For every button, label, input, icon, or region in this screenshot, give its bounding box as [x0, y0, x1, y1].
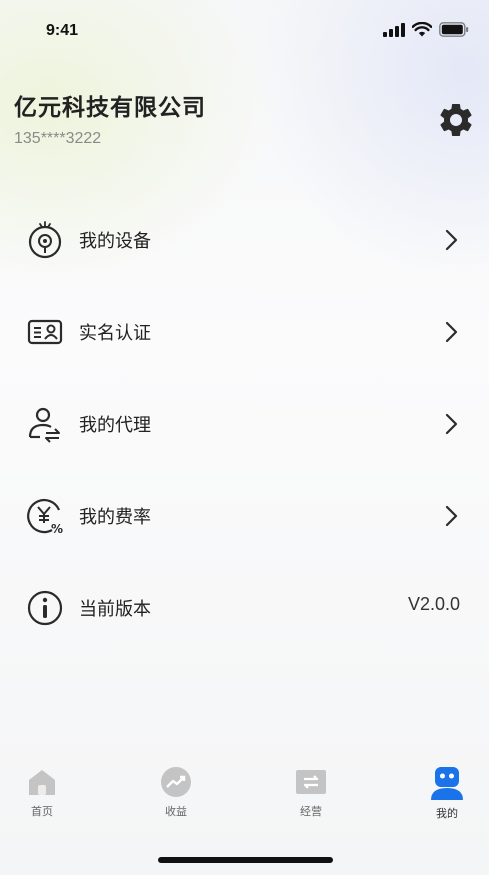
wifi-icon [412, 22, 432, 37]
home-indicator[interactable] [158, 857, 333, 863]
menu-item-label: 实名认证 [79, 323, 151, 344]
tab-earnings[interactable]: 收益 [136, 766, 216, 819]
menu-item-label: 我的费率 [79, 507, 151, 528]
chevron-right-icon [445, 413, 458, 435]
menu-item-my-devices[interactable]: 我的设备 [0, 193, 489, 285]
rate-icon: % [27, 498, 63, 535]
status-time: 9:41 [46, 22, 79, 39]
signal-icon [383, 22, 405, 37]
profile-icon [431, 767, 463, 800]
menu-item-my-agents[interactable]: 我的代理 [0, 377, 489, 469]
chevron-right-icon [445, 321, 458, 343]
chevron-right-icon [445, 229, 458, 251]
chevron-right-icon [445, 505, 458, 527]
tab-label: 经营 [300, 805, 322, 818]
menu-item-real-name-verification[interactable]: 实名认证 [0, 285, 489, 377]
tab-business[interactable]: 经营 [271, 766, 351, 819]
id-card-icon [27, 319, 63, 345]
tab-label: 收益 [165, 805, 187, 818]
tab-label: 我的 [436, 807, 458, 820]
settings-gear-icon[interactable] [436, 100, 476, 140]
status-bar: 9:41 [0, 0, 489, 60]
earnings-icon [161, 767, 191, 797]
status-icons [383, 22, 469, 37]
phone-number: 135****3222 [14, 130, 102, 147]
company-name: 亿元科技有限公司 [14, 95, 206, 121]
business-icon [296, 770, 326, 794]
menu-item-label: 当前版本 [79, 599, 151, 620]
tab-profile[interactable]: 我的 [407, 766, 487, 821]
home-icon [29, 770, 55, 795]
menu-item-label: 我的代理 [79, 415, 151, 436]
menu-list: 我的设备 实名认证 我的代理 % 我的费率 当前版本 V2.0.0 [0, 193, 489, 653]
tab-label: 首页 [31, 805, 53, 818]
agent-icon [28, 407, 60, 443]
svg-text:%: % [51, 522, 63, 535]
tab-bar: 首页 收益 经营 我的 [0, 766, 489, 836]
menu-item-label: 我的设备 [79, 231, 151, 252]
device-icon [28, 221, 62, 259]
version-value: V2.0.0 [407, 594, 460, 614]
tab-home[interactable]: 首页 [2, 766, 82, 819]
info-icon [27, 590, 63, 626]
menu-item-my-rates[interactable]: % 我的费率 [0, 469, 489, 561]
battery-icon [439, 22, 469, 37]
menu-item-current-version: 当前版本 V2.0.0 [0, 561, 489, 653]
